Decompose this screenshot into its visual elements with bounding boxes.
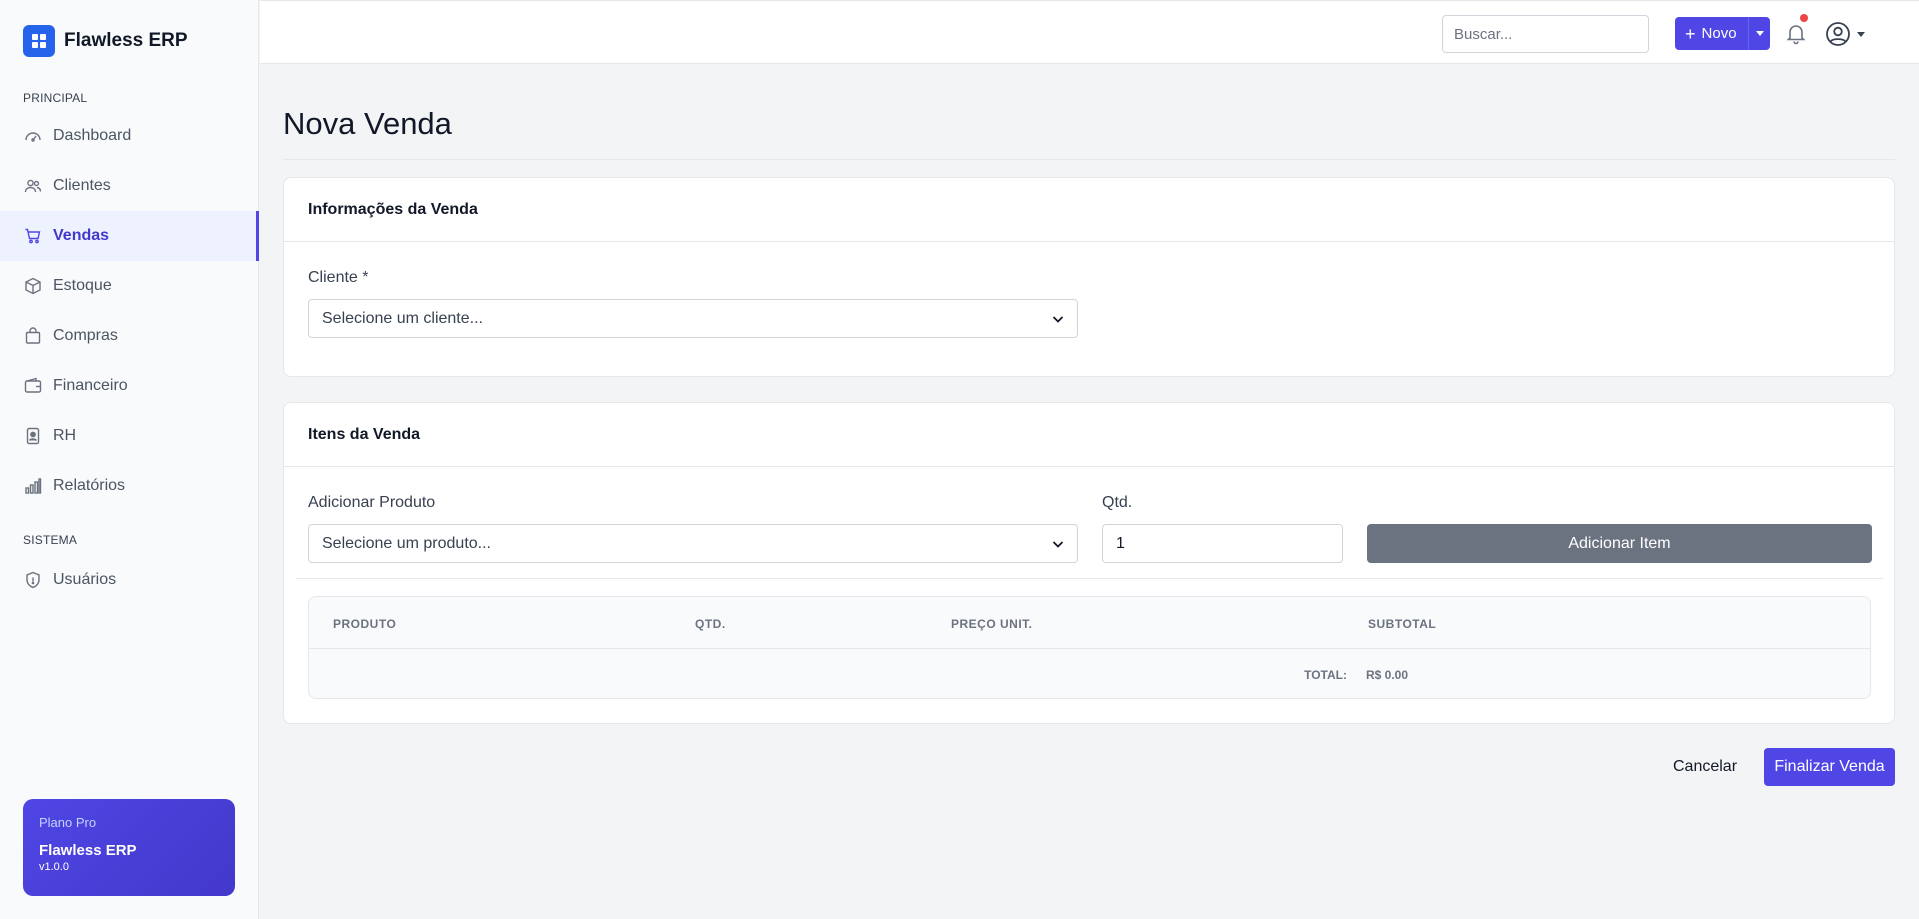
sidebar-item-dashboard[interactable]: Dashboard (0, 111, 258, 161)
search-input[interactable] (1442, 15, 1649, 53)
sidebar-item-clientes[interactable]: Clientes (0, 161, 258, 211)
notification-dot (1800, 14, 1808, 22)
sidebar-item-label: Vendas (53, 227, 110, 244)
sidebar-item-label: Estoque (53, 277, 112, 294)
sidebar-item-label: Usuários (53, 571, 117, 588)
box-icon (23, 276, 43, 296)
column-header-product: PRODUTO (333, 617, 397, 631)
total-value: R$ 0.00 (1366, 668, 1409, 682)
plan-name: Flawless ERP (39, 842, 137, 859)
plus-icon: + (1685, 23, 1696, 44)
column-header-subtotal: SUBTOTAL (1368, 617, 1437, 631)
bell-icon[interactable] (1784, 21, 1808, 45)
sidebar-item-financeiro[interactable]: Financeiro (0, 361, 258, 411)
client-label: Cliente * (308, 269, 369, 286)
caret-down-icon (1857, 31, 1865, 37)
section-label-sistema: SISTEMA (23, 533, 78, 547)
product-select[interactable]: Selecione um produto... (308, 524, 1078, 563)
badge-icon (23, 426, 43, 446)
product-label: Adicionar Produto (308, 494, 436, 511)
sidebar-item-estoque[interactable]: Estoque (0, 261, 258, 311)
new-button-label: Novo (1701, 25, 1737, 42)
topbar: + Novo (260, 0, 1919, 64)
new-button[interactable]: + Novo (1675, 17, 1770, 50)
gauge-icon (23, 126, 43, 146)
sidebar-item-relatorios[interactable]: Relatórios (0, 461, 258, 511)
sidebar-item-label: RH (53, 427, 77, 444)
bag-icon (23, 326, 43, 346)
sale-items-card: Itens da Venda Adicionar Produto Selecio… (283, 402, 1895, 724)
sidebar-item-rh[interactable]: RH (0, 411, 258, 461)
cancel-button[interactable]: Cancelar (1662, 748, 1748, 786)
grid-icon (23, 25, 55, 57)
sidebar-item-usuarios[interactable]: Usuários (0, 555, 258, 605)
shield-icon (23, 570, 43, 590)
column-header-qty: QTD. (695, 617, 726, 631)
sidebar-item-label: Dashboard (53, 127, 132, 144)
plan-label: Plano Pro (39, 815, 97, 830)
qty-label: Qtd. (1102, 494, 1133, 511)
sidebar-item-label: Clientes (53, 177, 111, 194)
users-icon (23, 176, 43, 196)
divider (296, 578, 1883, 579)
cart-icon (23, 226, 43, 246)
bar-chart-icon (23, 476, 43, 496)
card-title: Informações da Venda (284, 178, 1894, 242)
sale-info-card: Informações da Venda Cliente * Selecione… (283, 177, 1895, 377)
product-select-value: Selecione um produto... (322, 534, 491, 552)
caret-down-icon (1755, 31, 1764, 36)
table-divider (309, 648, 1870, 649)
sidebar-item-vendas[interactable]: Vendas (0, 211, 259, 261)
section-label-principal: PRINCIPAL (23, 91, 88, 105)
new-dropdown-toggle[interactable] (1748, 17, 1770, 50)
sidebar-item-compras[interactable]: Compras (0, 311, 258, 361)
card-title: Itens da Venda (284, 403, 1894, 467)
page-title: Nova Venda (283, 106, 452, 141)
add-item-button[interactable]: Adicionar Item (1367, 524, 1872, 563)
finalize-sale-button[interactable]: Finalizar Venda (1764, 748, 1895, 786)
sidebar-item-label: Financeiro (53, 377, 128, 394)
chevron-down-icon (1052, 316, 1064, 323)
total-label: TOTAL: (1304, 668, 1347, 682)
brand[interactable]: Flawless ERP (0, 0, 258, 82)
user-menu[interactable] (1825, 20, 1875, 48)
sidebar-item-label: Compras (53, 327, 118, 344)
client-select-value: Selecione um cliente... (322, 309, 483, 327)
column-header-unit-price: PREÇO UNIT. (951, 617, 1033, 631)
client-select[interactable]: Selecione um cliente... (308, 299, 1078, 338)
divider (283, 159, 1895, 160)
sidebar: Flawless ERP PRINCIPAL Dashboard Cliente… (0, 0, 259, 919)
items-table: PRODUTO QTD. PREÇO UNIT. SUBTOTAL TOTAL:… (308, 596, 1871, 699)
brand-name: Flawless ERP (64, 30, 188, 51)
user-avatar-icon (1826, 22, 1850, 46)
plan-version: v1.0.0 (39, 861, 69, 873)
sidebar-item-label: Relatórios (53, 477, 126, 494)
qty-input[interactable] (1102, 524, 1343, 563)
plan-card: Plano Pro Flawless ERP v1.0.0 (23, 799, 235, 896)
wallet-icon (23, 376, 43, 396)
chevron-down-icon (1052, 541, 1064, 548)
